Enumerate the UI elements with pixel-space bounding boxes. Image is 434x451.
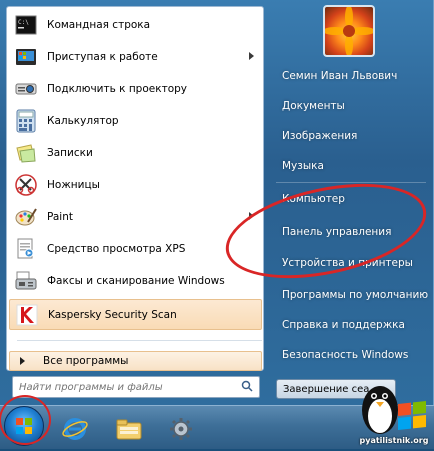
menu-item-getting-started[interactable]: Приступая к работе (9, 41, 262, 72)
menu-item-paint[interactable]: Paint (9, 201, 262, 232)
kaspersky-icon (14, 302, 40, 328)
menu-item-label: Командная строка (47, 18, 151, 31)
documents-link[interactable]: Документы (276, 95, 426, 117)
menu-item-xps-viewer[interactable]: Средство просмотра XPS (9, 233, 262, 264)
snipping-tool-icon (13, 172, 39, 198)
menu-item-sticky-notes[interactable]: Записки (9, 137, 262, 168)
projector-icon (13, 76, 39, 102)
user-name-link[interactable]: Семин Иван Львович (276, 65, 426, 87)
menu-item-label: Kaspersky Security Scan (48, 308, 177, 321)
programs-pane: C:\ Командная строка Приступая к работе … (6, 6, 264, 371)
calculator-icon (13, 108, 39, 134)
menu-item-label: Средство просмотра XPS (47, 242, 186, 255)
menu-item-label: Paint (47, 210, 73, 223)
control-panel-icon[interactable] (164, 414, 198, 444)
internet-explorer-icon[interactable] (58, 414, 92, 444)
divider (17, 340, 262, 341)
menu-item-snipping-tool[interactable]: Ножницы (9, 169, 262, 200)
submenu-arrow-icon[interactable] (249, 52, 254, 60)
sticky-notes-icon (13, 140, 39, 166)
help-support-link[interactable]: Справка и поддержка (276, 314, 426, 336)
search-icon[interactable] (241, 380, 253, 395)
menu-item-calculator[interactable]: Калькулятор (9, 105, 262, 136)
music-link[interactable]: Музыка (276, 155, 426, 177)
annotation-circle (0, 395, 51, 445)
menu-item-label: Записки (47, 146, 93, 159)
search-input[interactable] (19, 381, 229, 393)
menu-item-command-prompt[interactable]: C:\ Командная строка (9, 9, 262, 40)
pictures-link[interactable]: Изображения (276, 125, 426, 147)
paint-icon (13, 204, 39, 230)
fax-scan-icon (13, 268, 39, 294)
default-programs-link[interactable]: Программы по умолчанию (276, 284, 428, 306)
flower-icon (325, 7, 373, 55)
getting-started-icon (13, 44, 39, 70)
watermark-text: pyatilistnik.org (359, 436, 429, 445)
divider (276, 182, 426, 183)
menu-item-projector[interactable]: Подключить к проектору (9, 73, 262, 104)
menu-item-label: Подключить к проектору (47, 82, 187, 95)
all-programs-label: Все программы (43, 355, 129, 367)
xps-viewer-icon (13, 236, 39, 262)
menu-item-label: Ножницы (47, 178, 100, 191)
triangle-right-icon (20, 357, 25, 365)
command-prompt-icon: C:\ (13, 12, 39, 38)
all-programs-button[interactable]: Все программы (9, 351, 262, 371)
windows-security-link[interactable]: Безопасность Windows (276, 344, 426, 366)
menu-item-label: Факсы и сканирование Windows (47, 274, 225, 287)
menu-item-label: Приступая к работе (47, 50, 158, 63)
menu-item-kaspersky[interactable]: Kaspersky Security Scan (9, 299, 262, 330)
file-explorer-icon[interactable] (112, 414, 146, 444)
search-box[interactable] (12, 376, 260, 398)
menu-item-fax-scan[interactable]: Факсы и сканирование Windows (9, 265, 262, 296)
menu-item-label: Калькулятор (47, 114, 119, 127)
svg-text:C:\: C:\ (18, 19, 29, 26)
user-avatar[interactable] (323, 5, 375, 57)
